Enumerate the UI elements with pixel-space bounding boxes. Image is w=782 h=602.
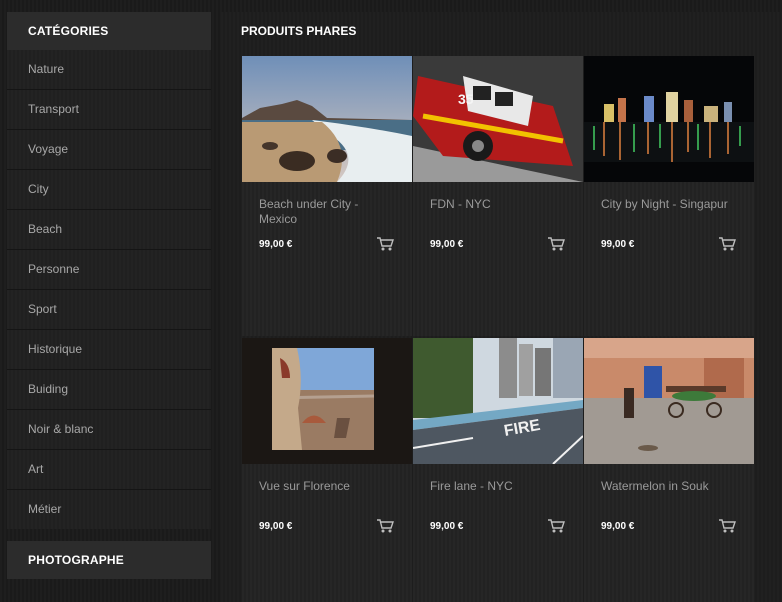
page-title: PRODUITS PHARES <box>241 24 357 38</box>
sidebar: CATÉGORIES Nature Transport Voyage City … <box>7 12 211 579</box>
product-grid: Beach under City - Mexico 99,00 € 35 FDN… <box>242 56 754 602</box>
sidebar-item-voyage[interactable]: Voyage <box>7 129 211 169</box>
sidebar-item-nature[interactable]: Nature <box>7 50 211 89</box>
product-price: 99,00 € <box>430 521 464 532</box>
sidebar-item-sport[interactable]: Sport <box>7 289 211 329</box>
sidebar-item-city[interactable]: City <box>7 169 211 209</box>
product-price: 99,00 € <box>259 521 293 532</box>
product-card[interactable]: 35 FDN - NYC 99,00 € <box>413 56 583 336</box>
product-name[interactable]: Beach under City - Mexico <box>259 197 399 227</box>
shopping-cart-icon[interactable] <box>376 236 394 252</box>
product-price: 99,00 € <box>601 521 635 532</box>
product-image-fire-truck[interactable]: 35 <box>413 56 583 182</box>
sidebar-item-buiding[interactable]: Buiding <box>7 369 211 409</box>
product-name[interactable]: FDN - NYC <box>430 197 570 212</box>
categories-title: CATÉGORIES <box>7 12 211 50</box>
product-card[interactable]: Watermelon in Souk 99,00 € <box>584 338 754 602</box>
sidebar-item-beach[interactable]: Beach <box>7 209 211 249</box>
shopping-cart-icon[interactable] <box>718 518 736 534</box>
featured-products: PRODUITS PHARES Beach under City - Mexic… <box>221 12 782 602</box>
photographer-title: PHOTOGRAPHE <box>7 541 211 579</box>
sidebar-item-personne[interactable]: Personne <box>7 249 211 289</box>
product-image-city-night[interactable] <box>584 56 754 182</box>
product-card[interactable]: Vue sur Florence 99,00 € <box>242 338 412 602</box>
shopping-cart-icon[interactable] <box>718 236 736 252</box>
product-price: 99,00 € <box>601 239 635 250</box>
product-price: 99,00 € <box>259 239 293 250</box>
shopping-cart-icon[interactable] <box>547 518 565 534</box>
product-name[interactable]: City by Night - Singapur <box>601 197 741 212</box>
product-image-beach[interactable] <box>242 56 412 182</box>
sidebar-item-metier[interactable]: Métier <box>7 489 211 529</box>
shopping-cart-icon[interactable] <box>547 236 565 252</box>
product-name[interactable]: Vue sur Florence <box>259 479 399 494</box>
product-image-watermelon-souk[interactable] <box>584 338 754 464</box>
product-card[interactable]: FIRE Fire lane - NYC 99,00 € <box>413 338 583 602</box>
product-card[interactable]: City by Night - Singapur 99,00 € <box>584 56 754 336</box>
sidebar-item-historique[interactable]: Historique <box>7 329 211 369</box>
sidebar-item-art[interactable]: Art <box>7 449 211 489</box>
category-list: Nature Transport Voyage City Beach Perso… <box>7 50 211 529</box>
product-name[interactable]: Fire lane - NYC <box>430 479 570 494</box>
product-image-fire-lane[interactable]: FIRE <box>413 338 583 464</box>
svg-text:35: 35 <box>458 91 474 107</box>
sidebar-item-transport[interactable]: Transport <box>7 89 211 129</box>
product-price: 99,00 € <box>430 239 464 250</box>
product-name[interactable]: Watermelon in Souk <box>601 479 741 494</box>
product-image-florence[interactable] <box>242 338 412 464</box>
shopping-cart-icon[interactable] <box>376 518 394 534</box>
product-card[interactable]: Beach under City - Mexico 99,00 € <box>242 56 412 336</box>
sidebar-item-noir-blanc[interactable]: Noir & blanc <box>7 409 211 449</box>
